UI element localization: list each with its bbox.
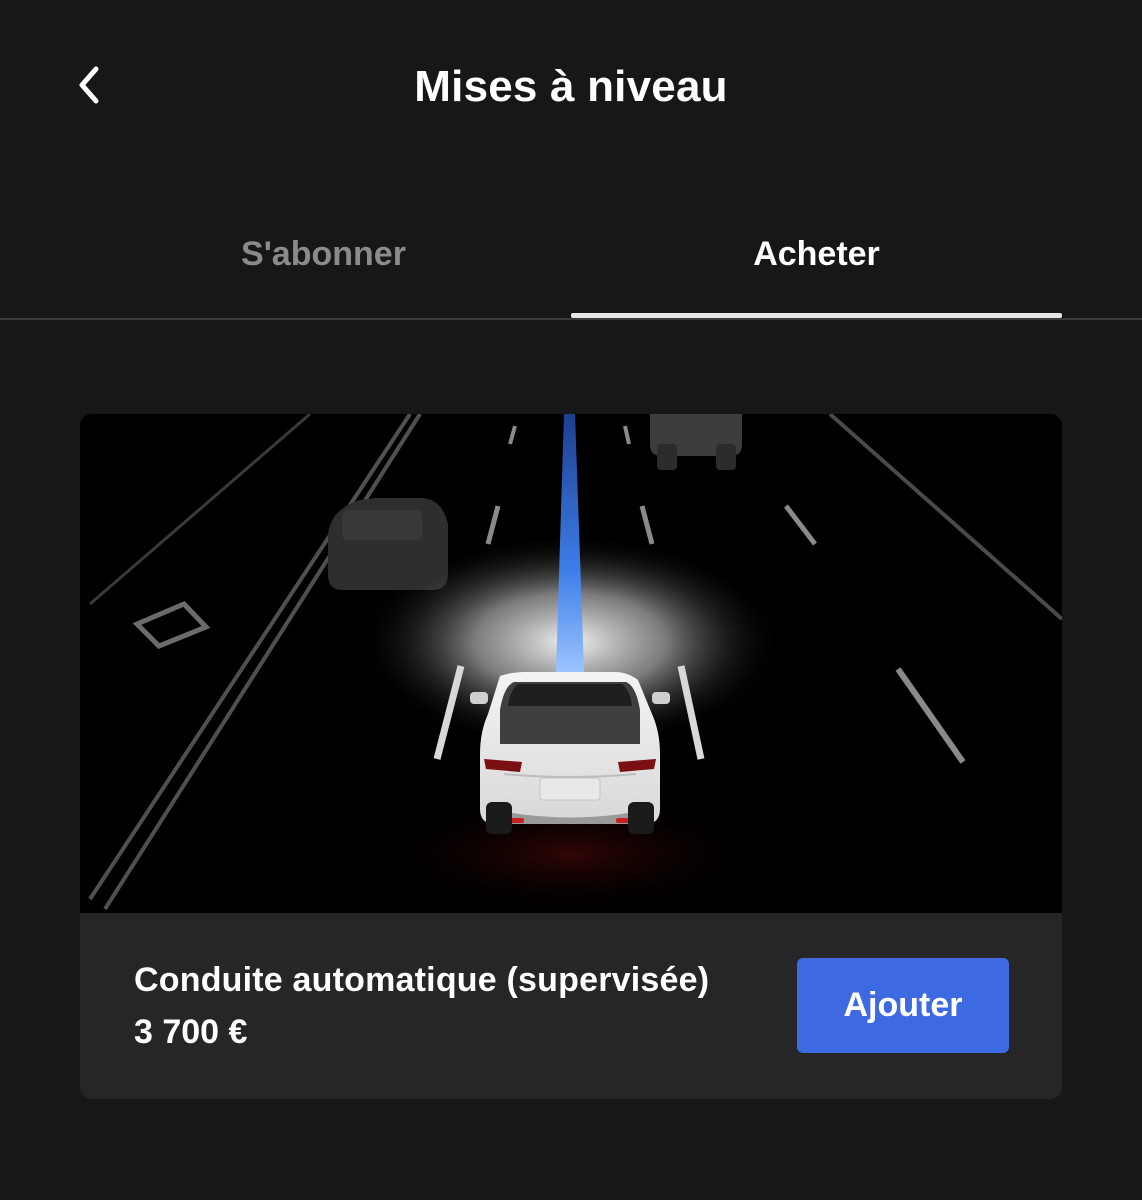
autopilot-hero-image — [80, 414, 1062, 913]
tab-buy[interactable]: Acheter — [571, 190, 1062, 318]
tabs-divider — [0, 318, 1142, 320]
product-price: 3 700 € — [134, 1013, 248, 1051]
upgrades-screen: Mises à niveau S'abonner Acheter Conduit… — [0, 0, 1142, 1200]
product-footer: Conduite automatique (supervisée) 3 700 … — [80, 913, 1062, 1099]
tab-bar: S'abonner Acheter — [0, 190, 1142, 321]
header: Mises à niveau — [0, 0, 1142, 180]
add-button[interactable]: Ajouter — [797, 958, 1009, 1053]
product-card: Conduite automatique (supervisée) 3 700 … — [80, 414, 1062, 1099]
product-name: Conduite automatique (supervisée) — [134, 961, 710, 999]
tab-subscribe[interactable]: S'abonner — [78, 190, 569, 318]
page-title: Mises à niveau — [414, 62, 728, 111]
